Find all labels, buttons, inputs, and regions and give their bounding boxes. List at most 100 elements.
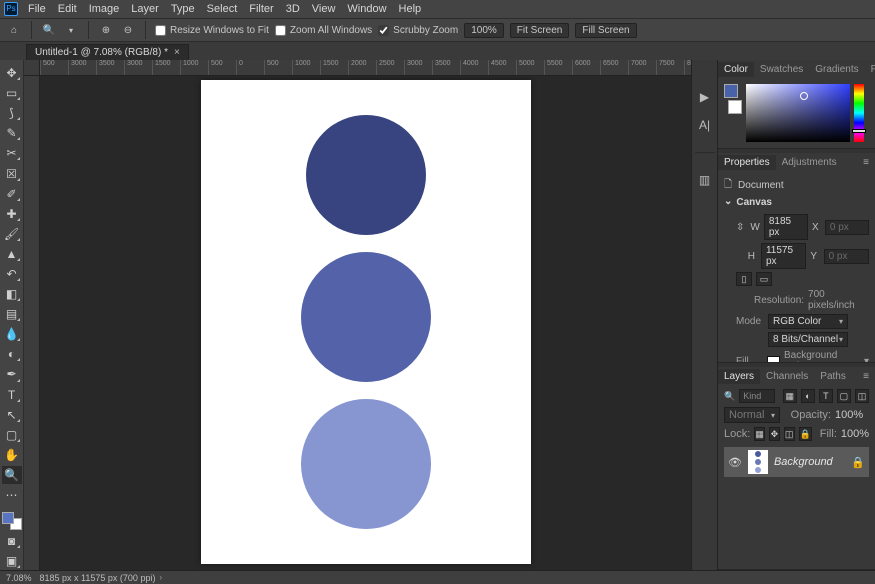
ruler-vertical[interactable]	[24, 76, 40, 570]
bit-depth-select[interactable]: 8 Bits/Channel▾	[768, 332, 848, 347]
filter-shape-icon[interactable]: ▢	[837, 389, 851, 403]
hue-slider-thumb[interactable]	[852, 129, 866, 133]
menu-layer[interactable]: Layer	[125, 3, 165, 15]
tab-patterns[interactable]: Patterns	[865, 62, 875, 77]
scrubby-zoom-option[interactable]: Scrubby Zoom	[378, 25, 458, 36]
tab-properties[interactable]: Properties	[718, 155, 776, 170]
frame-tool[interactable]: ☒	[2, 164, 22, 182]
path-select-tool[interactable]: ↖	[2, 406, 22, 424]
status-zoom[interactable]: 7.08%	[6, 573, 32, 583]
lock-position-icon[interactable]: ✥	[769, 427, 780, 441]
color-fg-bg-swatch[interactable]	[724, 84, 742, 114]
fill-screen-button[interactable]: Fill Screen	[575, 23, 636, 38]
tab-paths[interactable]: Paths	[814, 369, 852, 384]
layers-panel-menu-icon[interactable]: ≡	[857, 369, 875, 384]
healing-tool[interactable]: ✚	[2, 205, 22, 223]
menu-image[interactable]: Image	[83, 3, 126, 15]
quick-select-tool[interactable]: ✎	[2, 124, 22, 142]
pen-tool[interactable]: ✒	[2, 365, 22, 383]
zoom-out-icon[interactable]: ⊖	[120, 22, 136, 38]
layer-fill-field[interactable]: 100%	[841, 428, 869, 440]
zoom-all-checkbox[interactable]	[275, 25, 286, 36]
zoom-tool[interactable]: 🔍	[2, 466, 22, 484]
tab-gradients[interactable]: Gradients	[809, 62, 864, 77]
properties-panel-menu-icon[interactable]: ≡	[857, 155, 875, 170]
gradient-tool[interactable]: ▤	[2, 305, 22, 323]
lock-artboard-icon[interactable]: ◫	[784, 427, 795, 441]
menu-edit[interactable]: Edit	[52, 3, 83, 15]
layer-row[interactable]: 👁 Background 🔒	[724, 447, 869, 477]
canvas-section-toggle[interactable]: Canvas	[724, 194, 869, 211]
ruler-horizontal[interactable]: 5003000350030001500100050005001000150020…	[24, 60, 691, 76]
zoom-in-icon[interactable]: ⊕	[98, 22, 114, 38]
width-field[interactable]: 8185 px	[764, 214, 808, 240]
orientation-landscape-button[interactable]: ▭	[756, 272, 772, 286]
blend-mode-select[interactable]: Normal▾	[724, 407, 780, 423]
layer-lock-icon[interactable]: 🔒	[851, 456, 865, 469]
history-panel-icon[interactable]: ▶	[700, 90, 709, 104]
dropdown-icon[interactable]: ▾	[63, 22, 79, 38]
orientation-portrait-button[interactable]: ▯	[736, 272, 752, 286]
layer-name[interactable]: Background	[774, 456, 845, 468]
shape-tool[interactable]: ▢	[2, 426, 22, 444]
tab-layers[interactable]: Layers	[718, 369, 760, 384]
eyedropper-tool[interactable]: ✐	[2, 185, 22, 203]
tab-color[interactable]: Color	[718, 62, 754, 77]
lock-all-icon[interactable]: 🔒	[799, 427, 812, 441]
zoom-100-button[interactable]: 100%	[464, 23, 504, 38]
tab-adjustments[interactable]: Adjustments	[776, 155, 843, 170]
zoom-tool-icon[interactable]: 🔍	[41, 22, 57, 38]
lasso-tool[interactable]: ⟆	[2, 104, 22, 122]
home-icon[interactable]: ⌂	[6, 22, 22, 38]
filter-smart-icon[interactable]: ◫	[855, 389, 869, 403]
zoom-all-option[interactable]: Zoom All Windows	[275, 25, 372, 36]
search-icon[interactable]: 🔍	[724, 391, 735, 402]
eraser-tool[interactable]: ◧	[2, 285, 22, 303]
libraries-panel-icon[interactable]: ▥	[699, 173, 710, 187]
document-tab[interactable]: Untitled-1 @ 7.08% (RGB/8) * ×	[26, 44, 189, 60]
dodge-tool[interactable]: ◐	[2, 345, 22, 363]
foreground-color-swatch[interactable]	[2, 512, 14, 524]
blur-tool[interactable]: 💧	[2, 325, 22, 343]
height-field[interactable]: 11575 px	[761, 243, 806, 269]
menu-filter[interactable]: Filter	[243, 3, 279, 15]
type-tool[interactable]: T	[2, 386, 22, 404]
tab-swatches[interactable]: Swatches	[754, 62, 809, 77]
menu-window[interactable]: Window	[341, 3, 392, 15]
hue-slider[interactable]	[854, 84, 864, 142]
filter-pixel-icon[interactable]: ▦	[783, 389, 797, 403]
menu-help[interactable]: Help	[393, 3, 428, 15]
screen-mode-tool[interactable]: ▣	[2, 552, 22, 570]
filter-adjust-icon[interactable]: ◐	[801, 389, 815, 403]
bg-swatch[interactable]	[728, 100, 742, 114]
resize-windows-checkbox[interactable]	[155, 25, 166, 36]
history-brush-tool[interactable]: ↶	[2, 265, 22, 283]
character-panel-icon[interactable]: A|	[699, 118, 710, 132]
color-mode-select[interactable]: RGB Color▾	[768, 314, 848, 329]
crop-tool[interactable]: ✂	[2, 144, 22, 162]
fit-screen-button[interactable]: Fit Screen	[510, 23, 570, 38]
marquee-tool[interactable]: ▭	[2, 84, 22, 102]
layer-visibility-icon[interactable]: 👁	[728, 456, 742, 469]
chevron-down-icon[interactable]: ▾	[864, 356, 869, 364]
layer-filter-kind[interactable]: Kind	[739, 389, 775, 403]
menu-3d[interactable]: 3D	[280, 3, 306, 15]
opacity-field[interactable]: 100%	[835, 409, 869, 421]
brush-tool[interactable]: 🖌	[2, 225, 22, 243]
lock-pixels-icon[interactable]: ▦	[754, 427, 765, 441]
resize-windows-option[interactable]: Resize Windows to Fit	[155, 25, 269, 36]
close-document-icon[interactable]: ×	[174, 47, 180, 58]
move-tool[interactable]: ✥	[2, 64, 22, 82]
fill-color-swatch[interactable]	[767, 356, 780, 363]
fg-swatch[interactable]	[724, 84, 738, 98]
menu-file[interactable]: File	[22, 3, 52, 15]
link-wh-icon[interactable]: ⇳	[736, 222, 744, 233]
scrubby-zoom-checkbox[interactable]	[378, 25, 389, 36]
color-swatches[interactable]	[2, 512, 22, 530]
menu-select[interactable]: Select	[201, 3, 244, 15]
filter-type-icon[interactable]: T	[819, 389, 833, 403]
canvas-viewport[interactable]	[40, 76, 691, 570]
stamp-tool[interactable]: ▲	[2, 245, 22, 263]
quick-mask-tool[interactable]: ◙	[2, 532, 22, 550]
tab-channels[interactable]: Channels	[760, 369, 814, 384]
